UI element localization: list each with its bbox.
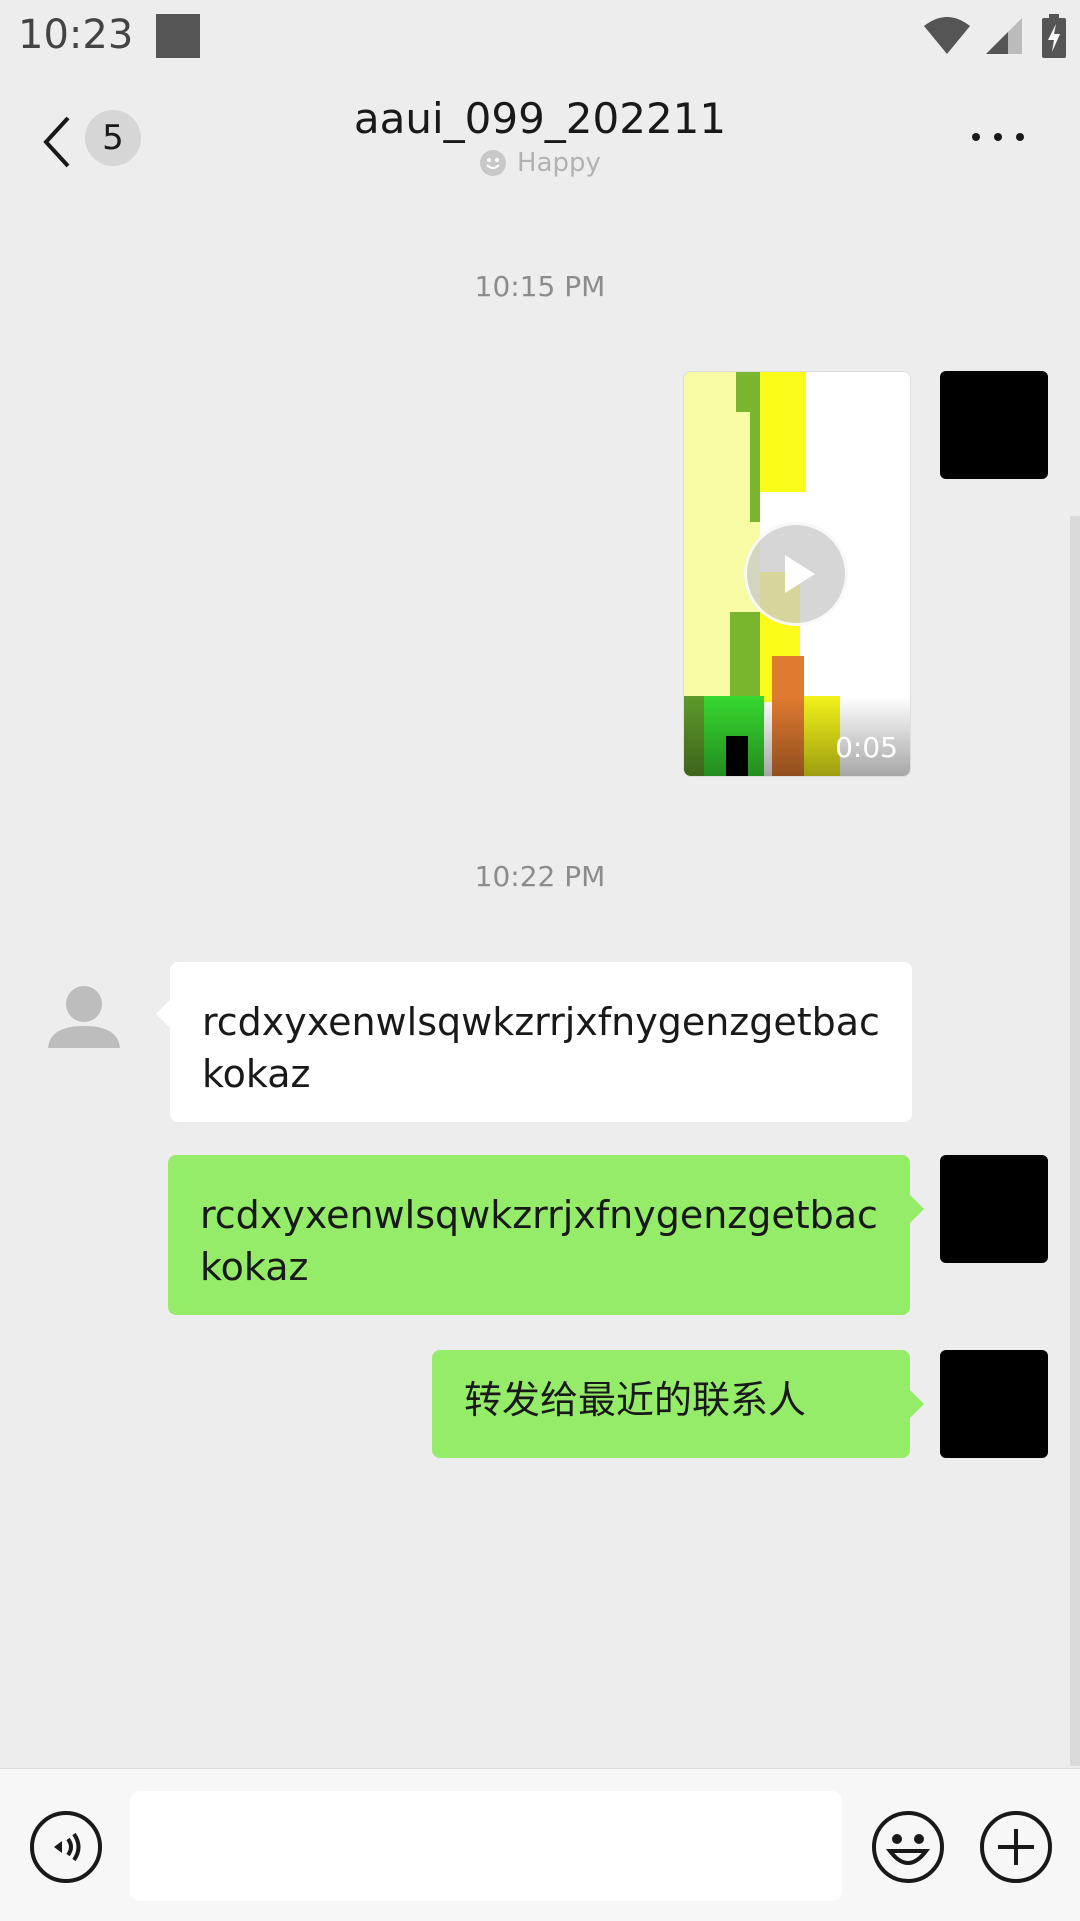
- scrollbar[interactable]: [1070, 516, 1080, 1766]
- voice-input-icon[interactable]: [28, 1809, 104, 1885]
- emoji-icon[interactable]: [870, 1809, 946, 1885]
- timestamp: 10:22 PM: [474, 860, 606, 893]
- signal-icon: [986, 18, 1022, 54]
- play-icon: [785, 555, 815, 593]
- avatar[interactable]: [940, 371, 1048, 479]
- wifi-icon: [924, 17, 970, 54]
- video-message[interactable]: 0:05: [683, 371, 911, 777]
- input-bar: [0, 1768, 1080, 1921]
- outgoing-message-bubble[interactable]: 转发给最近的联系人: [432, 1350, 910, 1458]
- plus-icon[interactable]: [978, 1809, 1054, 1885]
- bubble-tail: [910, 1390, 924, 1418]
- message-input[interactable]: [130, 1791, 842, 1901]
- notification-icon: [156, 14, 200, 58]
- timestamp: 10:15 PM: [474, 270, 606, 303]
- smiley-status-icon: [480, 150, 507, 176]
- chat-title[interactable]: aaui_099_202211: [0, 94, 1080, 143]
- avatar[interactable]: [940, 1350, 1048, 1458]
- outgoing-message-bubble[interactable]: rcdxyxenwlsqwkzrrjxfnygenzgetbackokaz: [168, 1155, 910, 1315]
- incoming-message-bubble[interactable]: rcdxyxenwlsqwkzrrjxfnygenzgetbackokaz: [170, 962, 912, 1122]
- video-duration: 0:05: [835, 731, 898, 764]
- chat-status: Happy: [0, 148, 1080, 178]
- status-time: 10:23: [18, 12, 134, 58]
- play-button[interactable]: [744, 522, 848, 626]
- more-options-icon[interactable]: [968, 127, 1028, 147]
- status-label: Happy: [517, 148, 601, 178]
- status-icons: [924, 14, 1066, 58]
- battery-icon: [1042, 14, 1066, 58]
- avatar[interactable]: [940, 1155, 1048, 1263]
- default-avatar-icon[interactable]: [44, 980, 124, 1060]
- bubble-tail: [156, 1000, 170, 1028]
- status-bar: 10:23: [0, 0, 1080, 76]
- bubble-tail: [910, 1195, 924, 1223]
